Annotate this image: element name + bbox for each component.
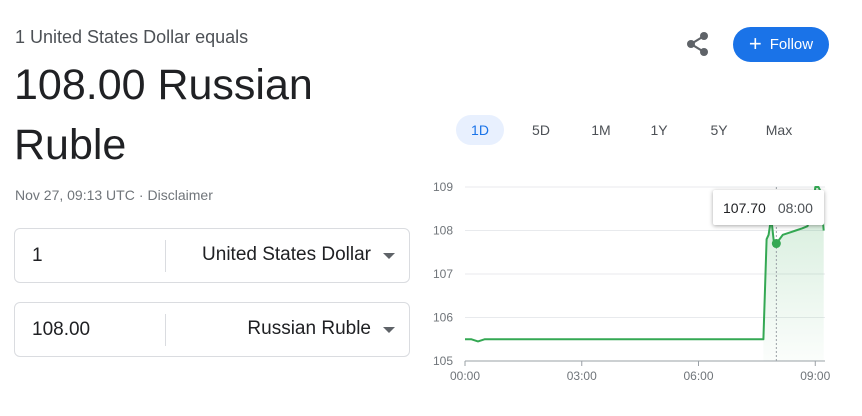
share-icon[interactable] — [684, 30, 712, 58]
plus-icon: + — [748, 30, 762, 56]
x-tick-label: 00:00 — [450, 369, 480, 383]
conversion-prefix: 1 United States Dollar equals — [15, 27, 249, 47]
dropdown-caret-icon[interactable] — [383, 253, 395, 259]
range-tab-5y[interactable]: 5Y — [697, 115, 741, 145]
tooltip-time: 08:00 — [777, 199, 813, 216]
y-tick-label: 109 — [433, 180, 453, 194]
y-tick-label: 106 — [433, 311, 453, 325]
dropdown-caret-icon[interactable] — [383, 327, 395, 333]
range-tab-1d[interactable]: 1D — [456, 115, 504, 145]
timestamp-line: Nov 27, 09:13 UTC · Disclaimer — [15, 187, 213, 203]
y-tick-label: 105 — [433, 354, 453, 368]
conversion-result-line2: Ruble — [14, 121, 127, 169]
range-tab-max[interactable]: Max — [754, 115, 804, 145]
range-tab-1y[interactable]: 1Y — [637, 115, 681, 145]
conversion-result: 108.00 Russian — [14, 61, 313, 109]
follow-button[interactable]: + Follow — [733, 27, 829, 62]
hover-point — [771, 239, 781, 249]
follow-label: Follow — [769, 36, 814, 53]
from-amount-input[interactable]: 1 — [32, 245, 43, 267]
chart-tooltip: 107.70 08:00 — [713, 190, 824, 225]
x-tick-label: 03:00 — [567, 369, 597, 383]
timestamp: Nov 27, 09:13 UTC — [15, 187, 135, 203]
to-amount-input[interactable]: 108.00 — [32, 319, 90, 341]
field-divider — [165, 314, 166, 346]
y-tick-label: 107 — [433, 267, 453, 281]
range-tab-1m[interactable]: 1M — [577, 115, 625, 145]
to-currency-select[interactable]: Russian Ruble — [247, 318, 371, 340]
tooltip-price: 107.70 — [723, 199, 766, 216]
disclaimer-link[interactable]: Disclaimer — [148, 187, 213, 203]
range-tab-5d[interactable]: 5D — [519, 115, 563, 145]
field-divider — [165, 240, 166, 272]
separator: · — [138, 187, 144, 203]
from-currency-select[interactable]: United States Dollar — [202, 244, 371, 266]
from-currency-field: 1 United States Dollar — [14, 228, 410, 283]
x-tick-label: 09:00 — [800, 369, 830, 383]
y-tick-label: 108 — [433, 224, 453, 238]
x-tick-label: 06:00 — [683, 369, 713, 383]
to-currency-field: 108.00 Russian Ruble — [14, 302, 410, 357]
